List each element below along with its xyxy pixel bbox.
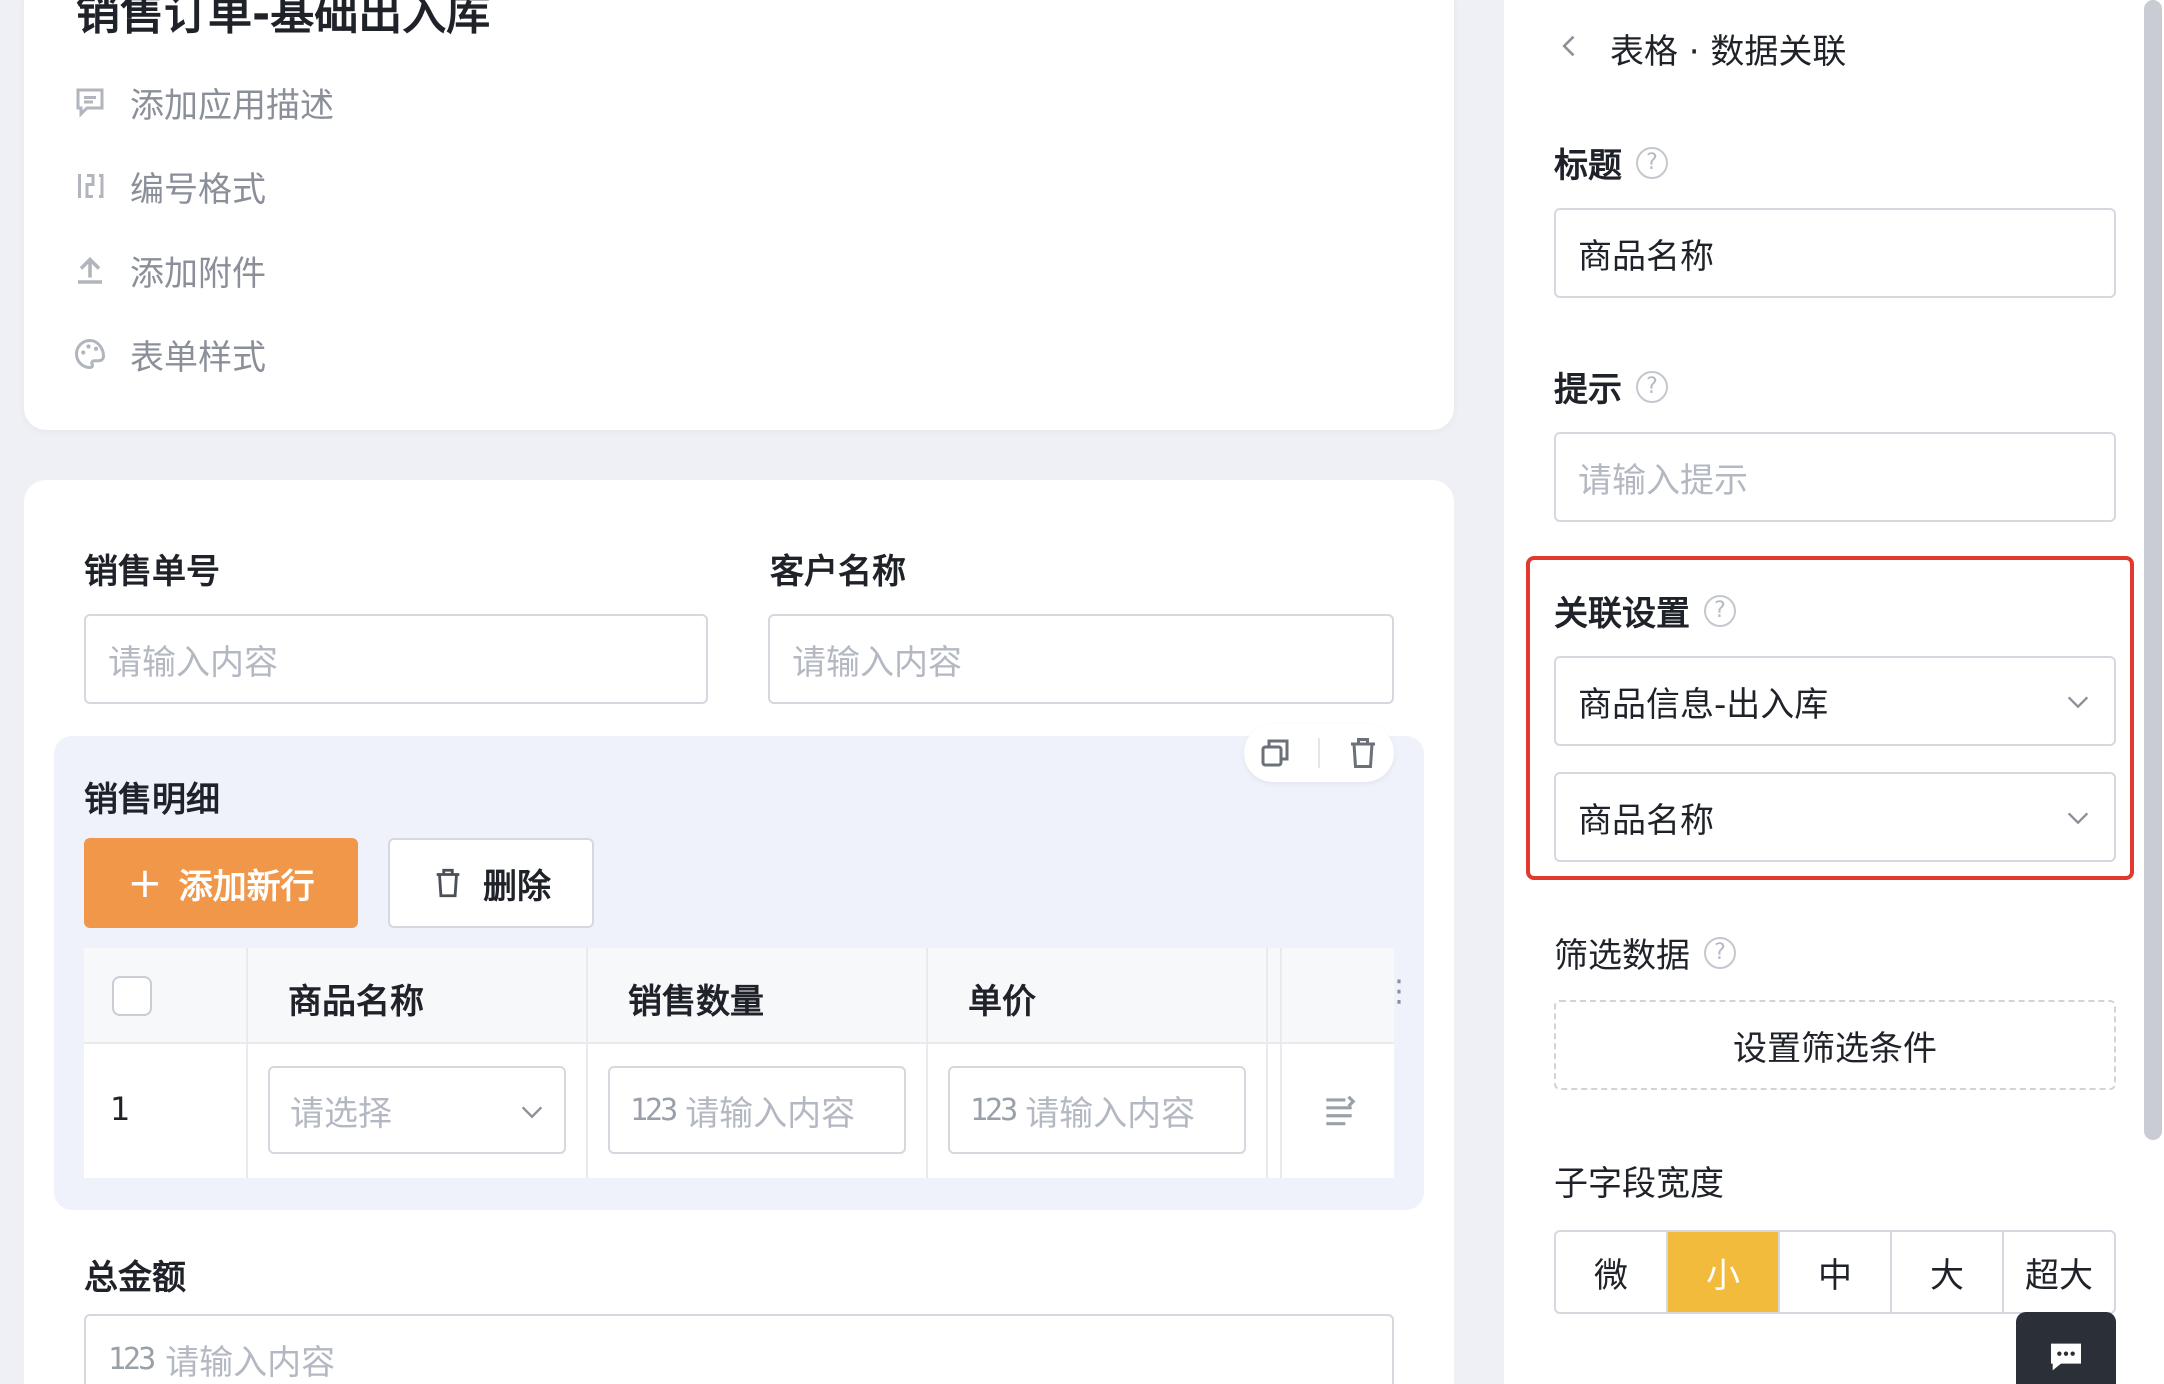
column-header-price: 单价 xyxy=(968,982,1036,1022)
chevron-down-icon xyxy=(521,1106,543,1119)
set-filter-label: 设置筛选条件 xyxy=(1733,1028,1937,1069)
link-field-select[interactable]: 商品名称 xyxy=(1554,772,2116,862)
delete-rows-label: 删除 xyxy=(483,866,551,907)
add-description-label: 添加应用描述 xyxy=(130,85,334,126)
width-option-medium[interactable]: 中 xyxy=(1780,1232,1892,1312)
chat-button[interactable] xyxy=(2016,1312,2116,1384)
help-icon[interactable]: ? xyxy=(1704,594,1736,627)
chevron-down-icon xyxy=(2067,812,2089,825)
copy-icon[interactable] xyxy=(1257,735,1293,771)
link-setting-label: 关联设置 ? xyxy=(1554,586,1736,635)
quantity-input[interactable]: 123 请输入内容 xyxy=(608,1066,906,1154)
hint-setting-label: 提示 ? xyxy=(1554,362,1668,411)
panel-breadcrumb: 表格 · 数据关联 xyxy=(1610,32,1847,72)
subtable-title: 销售明细 xyxy=(84,780,220,820)
add-description-item[interactable]: 添加应用描述 xyxy=(72,78,334,126)
number-icon: 123 xyxy=(630,1092,678,1128)
link-form-value: 商品信息-出入库 xyxy=(1578,684,1829,725)
hint-input[interactable]: 请输入提示 xyxy=(1554,432,2116,522)
total-label: 总金额 xyxy=(84,1258,186,1298)
column-divider xyxy=(246,948,248,1178)
delete-rows-button[interactable]: 删除 xyxy=(388,838,594,928)
price-placeholder: 请输入内容 xyxy=(1025,1093,1196,1134)
hint-placeholder: 请输入提示 xyxy=(1578,460,1748,501)
product-select[interactable]: 请选择 xyxy=(268,1066,566,1154)
row-index: 1 xyxy=(110,1090,131,1128)
link-form-select[interactable]: 商品信息-出入库 xyxy=(1554,656,2116,746)
trash-icon xyxy=(436,868,460,898)
filter-setting-label: 筛选数据 ? xyxy=(1554,928,1736,977)
quantity-placeholder: 请输入内容 xyxy=(685,1093,856,1134)
customer-input[interactable]: 请输入内容 xyxy=(768,614,1394,704)
column-header-quantity: 销售数量 xyxy=(628,982,764,1022)
customer-placeholder: 请输入内容 xyxy=(792,642,962,683)
title-input[interactable]: 商品名称 xyxy=(1554,208,2116,298)
add-attachment-label: 添加附件 xyxy=(130,253,266,294)
detail-table: 商品名称 销售数量 单价 ⋮ 1 请选择 123 请输入内容 123 请输入内容 xyxy=(84,948,1414,1178)
product-select-placeholder: 请选择 xyxy=(290,1093,392,1134)
column-divider xyxy=(926,948,928,1178)
add-attachment-item[interactable]: 添加附件 xyxy=(72,246,266,294)
comment-icon xyxy=(76,88,104,118)
column-divider xyxy=(1280,948,1282,1178)
help-icon[interactable]: ? xyxy=(1704,936,1736,969)
width-option-tiny[interactable]: 微 xyxy=(1556,1232,1668,1312)
form-canvas: 销售订单-基础出入库 添加应用描述 编号格式 添加附件 表单样式 销售单号 请输… xyxy=(0,0,1490,1384)
set-filter-button[interactable]: 设置筛选条件 xyxy=(1554,1000,2116,1090)
add-row-label: 添加新行 xyxy=(178,866,315,907)
column-header-product: 商品名称 xyxy=(288,982,424,1022)
back-chevron-icon[interactable] xyxy=(1556,32,1584,60)
subtable-toolbar xyxy=(1244,724,1394,782)
width-segmented-control: 微 小 中 大 超大 xyxy=(1554,1230,2116,1314)
hint-setting-text: 提示 xyxy=(1554,370,1622,410)
number-icon: 123 xyxy=(970,1092,1018,1128)
panel-scrollbar[interactable] xyxy=(2144,0,2162,1140)
title-setting-text: 标题 xyxy=(1554,146,1622,186)
price-input[interactable]: 123 请输入内容 xyxy=(948,1066,1246,1154)
order-no-input[interactable]: 请输入内容 xyxy=(84,614,708,704)
trash-icon[interactable] xyxy=(1345,735,1381,771)
plus-icon: + xyxy=(127,858,163,907)
row-detail-icon[interactable] xyxy=(1320,1092,1358,1130)
title-setting-label: 标题 ? xyxy=(1554,138,1668,187)
toolbar-divider xyxy=(1317,738,1320,768)
numbering-icon xyxy=(78,174,104,198)
link-field-value: 商品名称 xyxy=(1578,800,1714,841)
total-placeholder: 请输入内容 xyxy=(165,1342,336,1383)
filter-setting-text: 筛选数据 xyxy=(1554,936,1690,976)
order-no-label: 销售单号 xyxy=(84,552,220,592)
column-divider xyxy=(586,948,588,1178)
width-option-xlarge[interactable]: 超大 xyxy=(2004,1232,2114,1312)
width-option-small[interactable]: 小 xyxy=(1668,1232,1780,1312)
number-icon: 123 xyxy=(108,1341,156,1377)
form-style-item[interactable]: 表单样式 xyxy=(72,330,266,378)
chat-icon xyxy=(2051,1343,2081,1371)
upload-icon xyxy=(78,256,102,284)
width-setting-label: 子字段宽度 xyxy=(1554,1156,1724,1205)
more-columns-icon[interactable]: ⋮ xyxy=(1384,974,1414,1009)
order-no-placeholder: 请输入内容 xyxy=(108,642,278,683)
palette-icon xyxy=(75,338,106,370)
select-all-checkbox[interactable] xyxy=(112,976,152,1016)
customer-label: 客户名称 xyxy=(770,552,906,592)
title-value: 商品名称 xyxy=(1578,236,1714,277)
number-format-item[interactable]: 编号格式 xyxy=(72,162,266,210)
form-style-label: 表单样式 xyxy=(130,337,266,378)
width-setting-text: 子字段宽度 xyxy=(1554,1164,1724,1204)
link-setting-text: 关联设置 xyxy=(1554,594,1690,634)
chevron-down-icon xyxy=(2067,696,2089,709)
column-divider xyxy=(1266,948,1268,1178)
number-format-label: 编号格式 xyxy=(130,169,266,210)
width-option-large[interactable]: 大 xyxy=(1892,1232,2004,1312)
add-row-button[interactable]: + 添加新行 xyxy=(84,838,358,928)
total-input[interactable]: 123 请输入内容 xyxy=(84,1314,1394,1384)
help-icon[interactable]: ? xyxy=(1636,370,1668,403)
help-icon[interactable]: ? xyxy=(1636,146,1668,179)
form-title[interactable]: 销售订单-基础出入库 xyxy=(76,0,490,42)
